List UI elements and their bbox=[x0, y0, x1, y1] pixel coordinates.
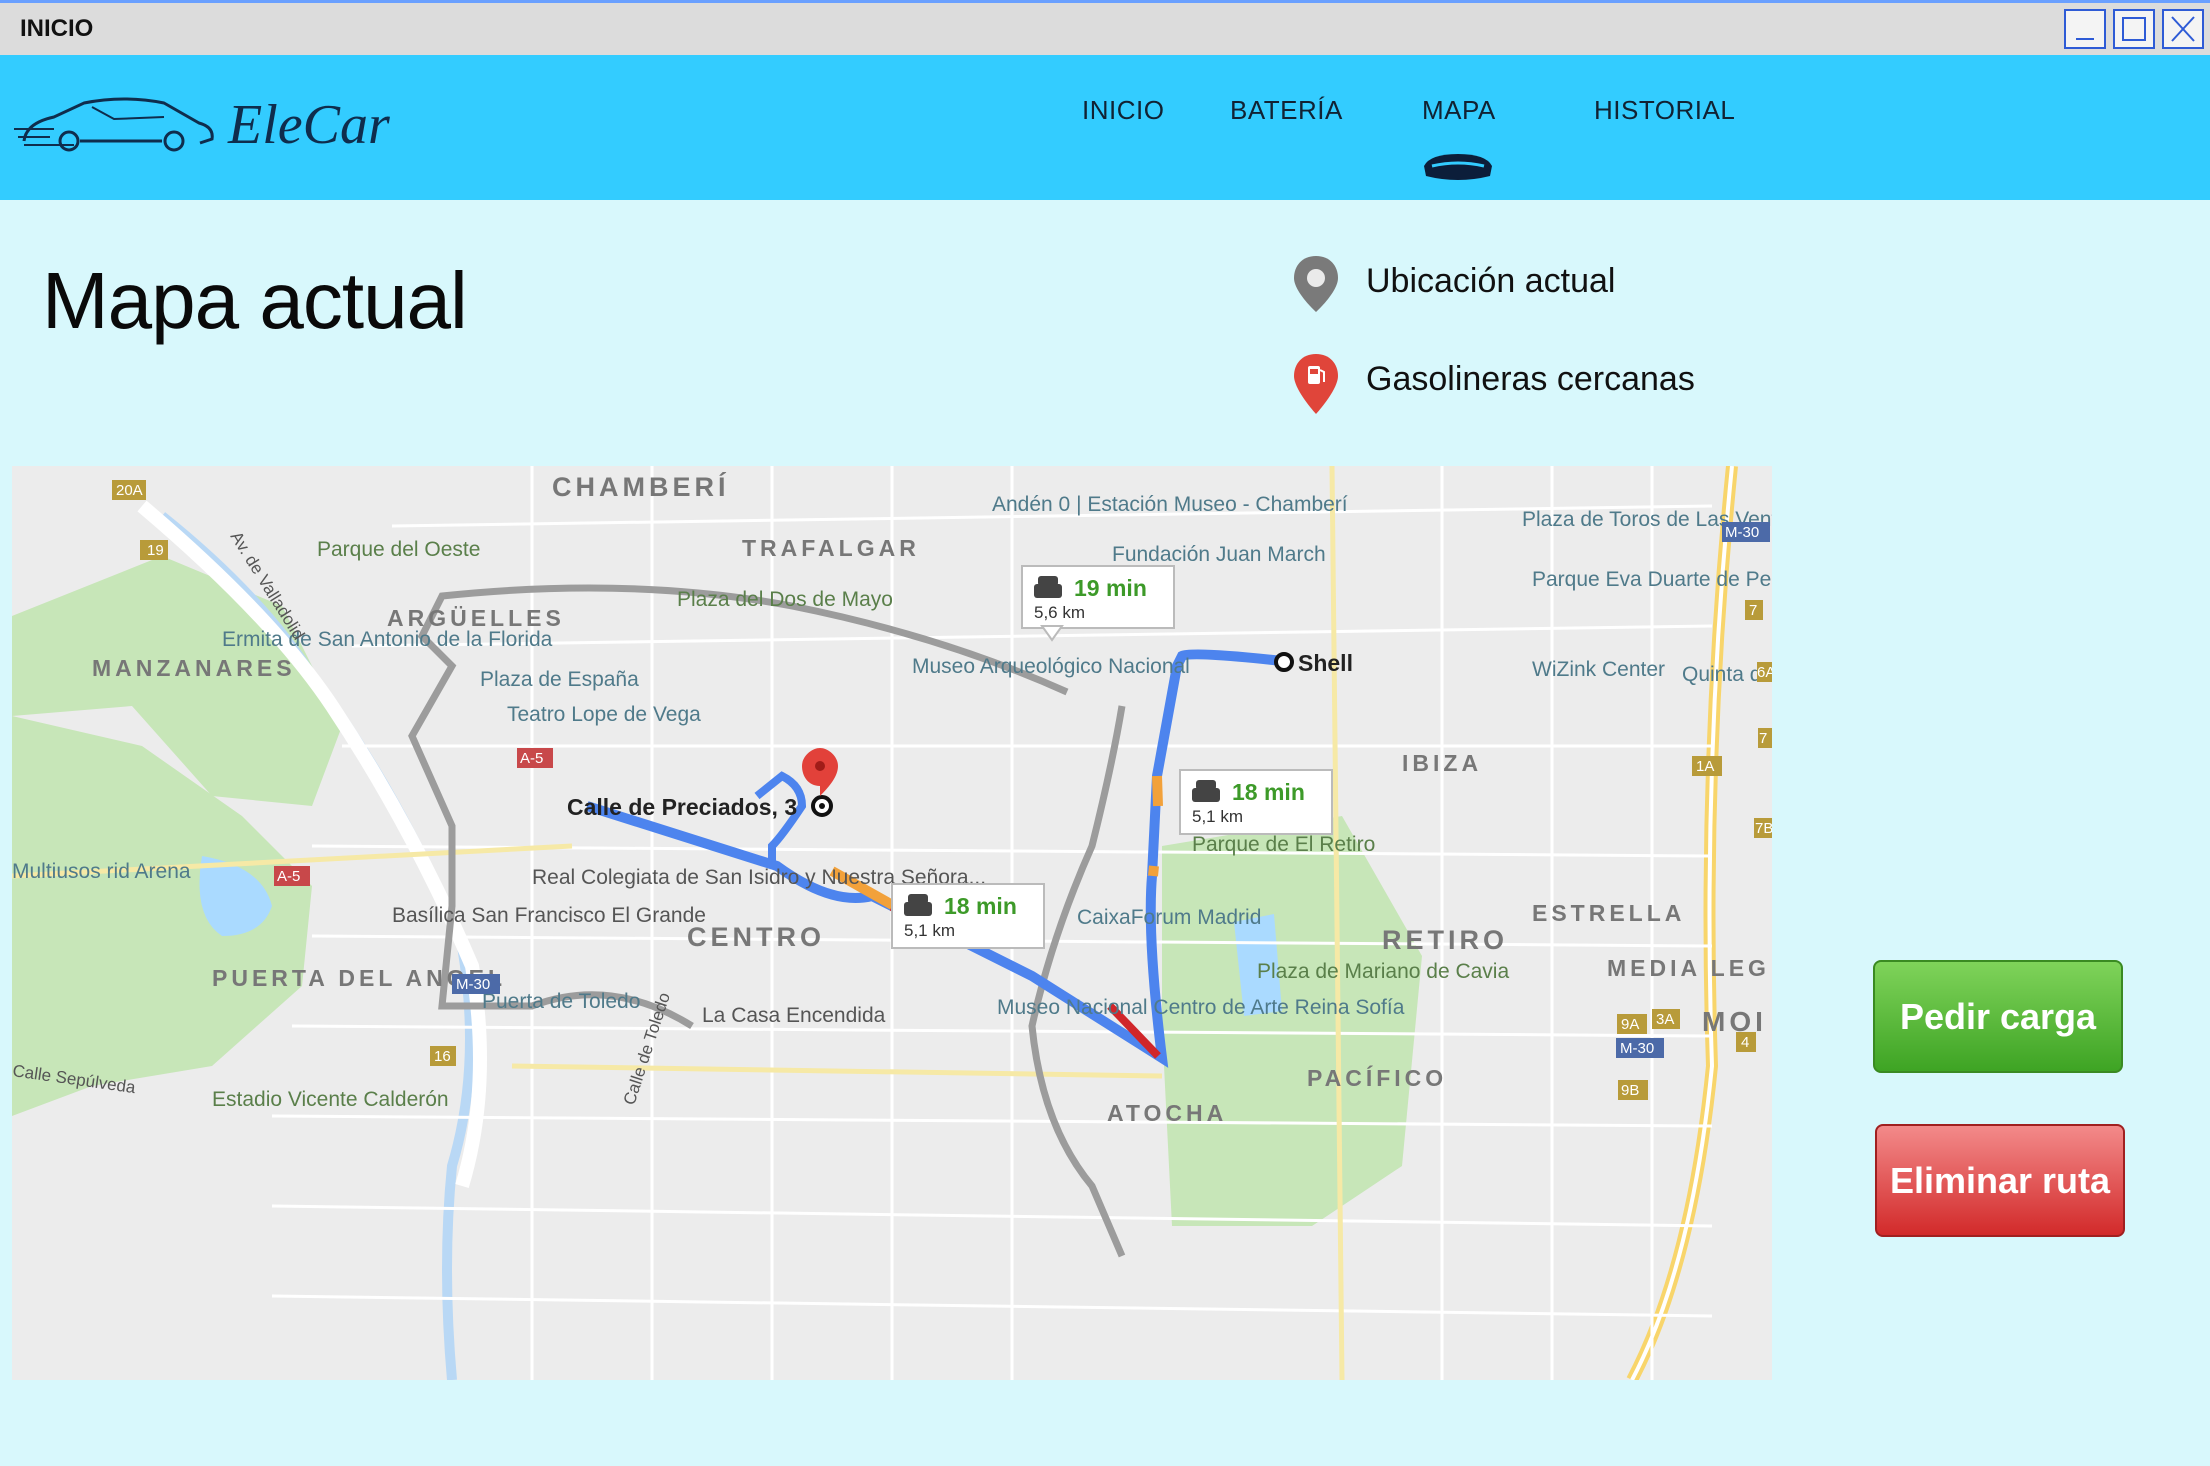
place-label: Teatro Lope de Vega bbox=[507, 703, 701, 726]
page-title: Mapa actual bbox=[42, 256, 468, 345]
district-label: PACÍFICO bbox=[1307, 1064, 1447, 1091]
place-label: Museo Nacional Centro de Arte Reina Sofí… bbox=[997, 996, 1405, 1019]
close-icon bbox=[2171, 16, 2195, 42]
svg-text:18 min: 18 min bbox=[1232, 779, 1305, 805]
district-label: ATOCHA bbox=[1107, 1100, 1227, 1126]
district-label: ESTRELLA bbox=[1532, 900, 1685, 926]
nav-inicio[interactable]: INICIO bbox=[1082, 95, 1164, 126]
place-label: WiZink Center bbox=[1532, 658, 1665, 681]
car-icon bbox=[904, 894, 932, 916]
destination-marker[interactable] bbox=[1274, 652, 1294, 672]
request-charge-button[interactable]: Pedir carga bbox=[1873, 960, 2123, 1073]
maximize-button[interactable] bbox=[2113, 9, 2155, 49]
place-label: Andén 0 | Estación Museo - Chamberí bbox=[992, 493, 1348, 516]
road-shield: 20A bbox=[116, 482, 143, 499]
place-label: La Casa Encendida bbox=[702, 1004, 886, 1027]
road-shield: M-30 bbox=[1725, 524, 1759, 541]
district-label: MANZANARES bbox=[92, 655, 296, 681]
district-label: CENTRO bbox=[687, 922, 825, 952]
window-title: INICIO bbox=[20, 15, 94, 42]
place-label: Basílica San Francisco El Grande bbox=[392, 904, 706, 927]
minimize-icon bbox=[2076, 38, 2094, 40]
car-icon bbox=[1034, 576, 1062, 598]
place-label: Estadio Vicente Calderón bbox=[212, 1088, 449, 1111]
place-label: Parque del Oeste bbox=[317, 538, 480, 561]
road-shield: 16 bbox=[434, 1048, 451, 1065]
close-button[interactable] bbox=[2162, 9, 2204, 49]
origin-label: Calle de Preciados, 3 bbox=[567, 794, 797, 820]
legend-label: Gasolineras cercanas bbox=[1366, 360, 1695, 398]
place-label: Museo Arqueológico Nacional bbox=[912, 655, 1190, 678]
place-label: CaixaForum Madrid bbox=[1077, 906, 1261, 929]
place-label: Fundación Juan March bbox=[1112, 543, 1326, 566]
road-shield: 3A bbox=[1656, 1011, 1674, 1028]
svg-text:5,1 km: 5,1 km bbox=[904, 921, 955, 940]
place-label: Plaza de Mariano de Cavia bbox=[1257, 960, 1509, 983]
legend-current-location: Ubicación actual bbox=[1290, 254, 1615, 319]
nav-mapa[interactable]: MAPA bbox=[1422, 95, 1496, 126]
district-label: IBIZA bbox=[1402, 750, 1482, 776]
road-shield: M-30 bbox=[1620, 1040, 1654, 1057]
road-shield: 19 bbox=[147, 542, 164, 559]
red-gas-station-pin-icon bbox=[1294, 354, 1338, 414]
nav-bateria[interactable]: BATERÍA bbox=[1230, 95, 1343, 126]
gray-map-pin-icon bbox=[1294, 256, 1338, 312]
road-shield: 4 bbox=[1741, 1034, 1749, 1051]
place-label: Parque Eva Duarte de Perón bbox=[1532, 568, 1772, 591]
road-shield: A-5 bbox=[520, 750, 543, 767]
place-label: Parque de El Retiro bbox=[1192, 833, 1375, 856]
legend-label: Ubicación actual bbox=[1366, 262, 1616, 300]
road-shield: M-30 bbox=[456, 976, 490, 993]
place-label: Ermita de San Antonio de la Florida bbox=[222, 628, 553, 651]
road-shield: 6A bbox=[1757, 664, 1772, 681]
legend-gas-stations: Gasolineras cercanas bbox=[1290, 352, 1695, 421]
window-titlebar: INICIO bbox=[0, 0, 2210, 55]
road-shield: 7 bbox=[1759, 730, 1767, 747]
route-badge[interactable]: 18 min 5,1 km bbox=[891, 883, 1045, 949]
place-label: Plaza de España bbox=[480, 668, 639, 691]
svg-text:5,1 km: 5,1 km bbox=[1192, 807, 1243, 826]
route-map[interactable]: CHAMBERÍ TRAFALGAR ARGÜELLES MANZANARES … bbox=[12, 466, 1772, 1380]
route-badge[interactable]: 19 min 5,6 km bbox=[1021, 565, 1175, 642]
road-shield: 7 bbox=[1749, 602, 1757, 619]
district-label: RETIRO bbox=[1382, 925, 1508, 955]
district-label: MEDIA LEG bbox=[1607, 955, 1770, 981]
place-label: Multiusos rid Arena bbox=[12, 860, 191, 883]
route-badge[interactable]: 18 min 5,1 km bbox=[1179, 769, 1333, 835]
svg-text:19 min: 19 min bbox=[1074, 575, 1147, 601]
svg-text:18 min: 18 min bbox=[944, 893, 1017, 919]
maximize-icon bbox=[2122, 17, 2146, 41]
district-label: CHAMBERÍ bbox=[552, 471, 730, 502]
road-shield: 7B bbox=[1755, 820, 1772, 837]
delete-route-button[interactable]: Eliminar ruta bbox=[1875, 1124, 2125, 1237]
road-shield: A-5 bbox=[277, 868, 300, 885]
app-header: EleCar INICIO BATERÍA MAPA HISTORIAL bbox=[0, 55, 2210, 200]
minimize-button[interactable] bbox=[2064, 9, 2106, 49]
destination-label: Shell bbox=[1298, 650, 1353, 676]
car-logo-icon bbox=[14, 97, 214, 152]
district-label: MOI bbox=[1702, 1006, 1767, 1037]
place-label: Puerta de Toledo bbox=[482, 990, 640, 1013]
road-shield: 9A bbox=[1621, 1016, 1639, 1033]
place-label: Plaza del Dos de Mayo bbox=[677, 588, 893, 611]
brand-name: EleCar bbox=[228, 94, 390, 156]
car-icon bbox=[1192, 780, 1220, 802]
svg-text:5,6 km: 5,6 km bbox=[1034, 603, 1085, 622]
road-shield: 1A bbox=[1696, 758, 1714, 775]
district-label: TRAFALGAR bbox=[742, 535, 920, 561]
road-shield: 9B bbox=[1621, 1082, 1639, 1099]
nav-historial[interactable]: HISTORIAL bbox=[1594, 95, 1735, 126]
active-tab-car-icon bbox=[1424, 154, 1492, 180]
